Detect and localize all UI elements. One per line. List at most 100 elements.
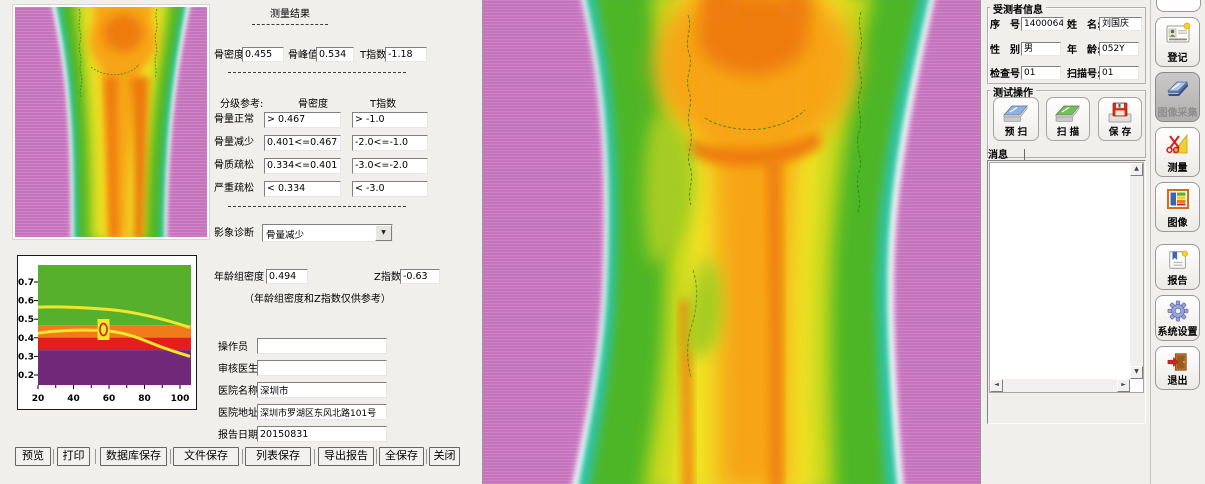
report-date-input[interactable] bbox=[257, 426, 387, 442]
dashed-divider bbox=[228, 206, 406, 207]
image-icon bbox=[1165, 187, 1191, 211]
sidebar-button-image-acquisition[interactable]: 图像采集 bbox=[1155, 72, 1200, 122]
y-tick-label: 0.2 bbox=[18, 371, 34, 381]
z-index-field[interactable]: -0.63 bbox=[400, 269, 440, 284]
sidebar-button-image[interactable]: 图像 bbox=[1155, 182, 1200, 232]
grade-t-range: < -3.0 bbox=[352, 181, 428, 197]
band-normal bbox=[38, 265, 191, 325]
grading-col-t: T指数 bbox=[370, 99, 396, 111]
exam-number-field[interactable]: 01 bbox=[1021, 66, 1061, 80]
band-severe bbox=[38, 350, 191, 385]
sidebar-button-label: 退出 bbox=[1168, 376, 1188, 387]
diagnosis-label: 影象诊断 bbox=[214, 228, 254, 240]
toolbar-separator bbox=[170, 449, 171, 464]
hospital-name-label: 医院名称 bbox=[218, 386, 258, 398]
preview-button[interactable]: 预览 bbox=[15, 447, 51, 466]
diagnosis-dropdown[interactable]: 骨量减少 ▼ bbox=[262, 224, 393, 242]
patient-age-field[interactable]: 052Y bbox=[1099, 42, 1139, 56]
scroll-down-arrow-icon[interactable]: ▼ bbox=[1130, 366, 1143, 379]
bmd-value-field[interactable]: 0.455 bbox=[242, 47, 284, 62]
patient-name-field[interactable]: 刘国庆 bbox=[1099, 17, 1142, 31]
x-tick-label: 20 bbox=[32, 394, 45, 404]
grade-row-label: 骨量正常 bbox=[214, 114, 254, 126]
scan-number-field[interactable]: 01 bbox=[1099, 66, 1139, 80]
scan-button[interactable]: 扫 描 bbox=[1046, 97, 1090, 141]
report-date-label: 报告日期 bbox=[218, 430, 258, 442]
x-tick-label: 100 bbox=[171, 394, 190, 404]
sidebar-button-exit[interactable]: 退出 bbox=[1155, 346, 1200, 390]
save-to-list-button[interactable]: 列表保存 bbox=[245, 447, 311, 466]
grade-bmd-range: < 0.334 bbox=[264, 181, 341, 197]
save-all-button[interactable]: 全保存 bbox=[379, 447, 424, 466]
grading-col-bmd: 骨密度 bbox=[298, 99, 328, 111]
y-tick-label: 0.5 bbox=[18, 315, 34, 325]
patient-id-field[interactable]: 14000641 bbox=[1021, 17, 1064, 31]
sidebar-button-label: 报告 bbox=[1168, 276, 1188, 287]
sidebar-button-measure[interactable]: 测量 bbox=[1155, 127, 1200, 177]
message-vertical-scrollbar[interactable] bbox=[1130, 163, 1143, 379]
reviewer-input[interactable] bbox=[257, 360, 387, 376]
scroll-right-arrow-icon[interactable]: ► bbox=[1117, 379, 1130, 392]
close-button[interactable]: 关闭 bbox=[429, 447, 460, 466]
y-tick-label: 0.3 bbox=[18, 352, 34, 362]
prescan-button[interactable]: 预 扫 bbox=[993, 97, 1039, 141]
message-horizontal-scrollbar[interactable] bbox=[990, 379, 1130, 392]
grade-bmd-range: 0.334<=0.401 bbox=[264, 158, 341, 174]
message-listbox[interactable] bbox=[989, 162, 1144, 393]
y-tick-label: 0.7 bbox=[18, 278, 34, 288]
peak-value-field[interactable]: 0.534 bbox=[316, 47, 354, 62]
toolbar-separator bbox=[242, 449, 243, 464]
scanner-icon bbox=[1165, 77, 1191, 101]
grade-t-range: > -1.0 bbox=[352, 112, 428, 128]
chevron-down-icon[interactable]: ▼ bbox=[375, 225, 392, 241]
sidebar-button-report[interactable]: 报告 bbox=[1155, 244, 1200, 290]
diagnosis-selected-value: 骨量减少 bbox=[266, 227, 304, 241]
patient-sex-field[interactable]: 男 bbox=[1021, 42, 1061, 56]
toolbar-separator bbox=[426, 449, 427, 464]
save-to-file-button[interactable]: 文件保存 bbox=[173, 447, 239, 466]
patient-id-label: 序 号: bbox=[990, 20, 1024, 32]
hospital-address-input[interactable] bbox=[257, 404, 387, 420]
dashed-divider bbox=[252, 24, 328, 25]
grade-bmd-range: 0.401<=0.467 bbox=[264, 135, 341, 151]
patient-sex-label: 性 别: bbox=[990, 45, 1024, 57]
scroll-up-arrow-icon[interactable]: ▲ bbox=[1130, 163, 1143, 176]
print-button[interactable]: 打印 bbox=[57, 447, 90, 466]
grade-row-label: 骨量减少 bbox=[214, 137, 254, 149]
sidebar-button-system-settings[interactable]: 系统设置 bbox=[1155, 295, 1200, 341]
forearm-thermal-scan bbox=[483, 0, 980, 484]
scan-button-label: 扫 描 bbox=[1057, 128, 1079, 138]
bone-density-app-window: 0.7 0.6 0.5 0.4 0.3 0.2 20 40 60 80 100 … bbox=[0, 0, 1205, 484]
operator-input[interactable] bbox=[257, 338, 387, 354]
age-group-bmd-field[interactable]: 0.494 bbox=[266, 269, 308, 284]
z-index-label: Z指数 bbox=[374, 272, 401, 284]
hospital-name-input[interactable] bbox=[257, 382, 387, 398]
patient-age-label: 年 龄: bbox=[1067, 45, 1101, 57]
grade-row-label: 骨质疏松 bbox=[214, 160, 254, 172]
x-tick-label: 60 bbox=[103, 394, 116, 404]
grade-row-label: 严重疏松 bbox=[214, 183, 254, 195]
grade-t-range: -3.0<=-2.0 bbox=[352, 158, 428, 174]
y-tick-label: 0.4 bbox=[18, 334, 34, 344]
scroll-left-arrow-icon[interactable]: ◄ bbox=[990, 379, 1003, 392]
grade-t-range: -2.0<=-1.0 bbox=[352, 135, 428, 151]
toolbar-separator bbox=[95, 449, 96, 464]
export-report-button[interactable]: 导出报告 bbox=[318, 447, 374, 466]
grading-header: 分级参考: bbox=[220, 99, 263, 111]
bone-density-image-large bbox=[482, 0, 981, 484]
sidebar-button-register[interactable]: 登记 bbox=[1155, 17, 1200, 67]
sidebar-button-label: 图像 bbox=[1168, 218, 1188, 229]
sidebar-button-partial[interactable] bbox=[1156, 0, 1201, 12]
save-to-database-button[interactable]: 数据库保存 bbox=[100, 447, 167, 466]
age-group-bmd-label: 年龄组密度 bbox=[214, 272, 264, 284]
save-scan-button[interactable]: 保 存 bbox=[1098, 97, 1142, 141]
t-index-value-field[interactable]: -1.18 bbox=[385, 47, 427, 62]
age-group-note: （年龄组密度和Z指数仅供参考） bbox=[244, 294, 391, 306]
save-scan-button-label: 保 存 bbox=[1109, 128, 1131, 138]
hospital-address-label: 医院地址 bbox=[218, 408, 258, 420]
grade-bmd-range: > 0.467 bbox=[264, 112, 341, 128]
id-card-icon bbox=[1165, 22, 1191, 46]
measure-icon bbox=[1165, 132, 1191, 156]
sidebar-button-label: 登记 bbox=[1168, 53, 1188, 64]
scan-icon bbox=[1053, 101, 1083, 125]
